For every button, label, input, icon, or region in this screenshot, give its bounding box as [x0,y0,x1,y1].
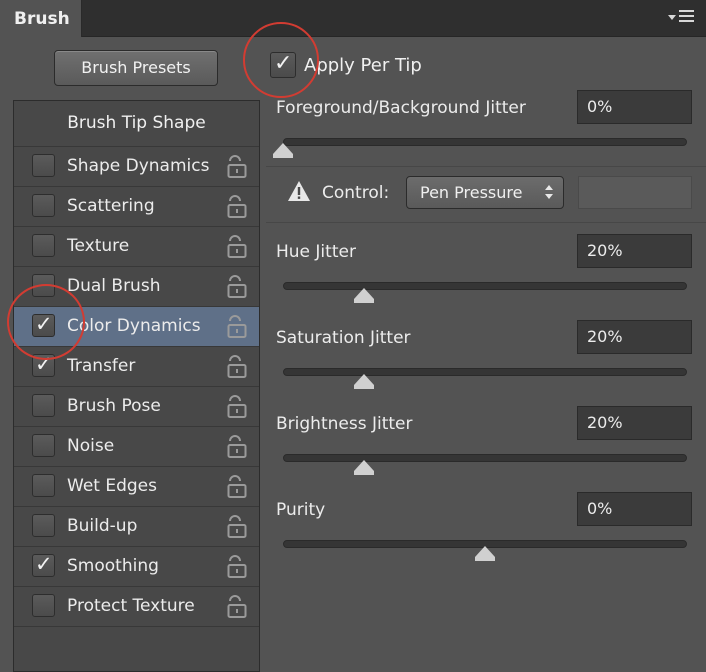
sidebar-item-brush-pose[interactable]: ✓ Brush Pose [14,387,259,427]
sidebar-item-label: Texture [67,236,130,256]
sidebar-item-label: Dual Brush [67,276,161,296]
lock-icon[interactable] [226,355,248,379]
lock-icon[interactable] [226,395,248,419]
sidebar-item-build-up[interactable]: ✓ Build-up [14,507,259,547]
brush-settings-list: Brush Tip Shape ✓ Shape Dynamics ✓ Scatteri… [13,100,260,672]
brush-tip-shape-item[interactable]: Brush Tip Shape [14,101,259,147]
sidebar-item-label: Smoothing [67,556,159,576]
brightness-jitter-slider[interactable] [283,454,687,462]
purity-thumb[interactable] [475,546,495,561]
annotation-circle-color-dynamics [7,284,85,360]
sidebar-item-label: Transfer [67,356,136,376]
brush-pose-checkbox[interactable]: ✓ [32,394,55,417]
sidebar-item-label: Shape Dynamics [67,156,210,176]
wet-edges-checkbox[interactable]: ✓ [32,474,55,497]
hue-jitter-label: Hue Jitter [276,242,356,262]
purity-label: Purity [276,500,326,520]
panel-menu-icon[interactable] [668,10,698,26]
noise-checkbox[interactable]: ✓ [32,434,55,457]
lock-icon[interactable] [226,475,248,499]
control-value-box [578,176,692,209]
hue-jitter-slider[interactable] [283,282,687,290]
sidebar-item-texture[interactable]: ✓ Texture [14,227,259,267]
sidebar-item-smoothing[interactable]: ✓ Smoothing [14,547,259,587]
sidebar-item-label: Color Dynamics [67,316,201,336]
tab-brush[interactable]: Brush [0,0,82,37]
brightness-jitter-thumb[interactable] [353,460,374,475]
apply-per-tip-label: Apply Per Tip [304,55,422,76]
scattering-checkbox[interactable]: ✓ [32,194,55,217]
lock-icon[interactable] [226,155,248,179]
sidebar-item-shape-dynamics[interactable]: ✓ Shape Dynamics [14,147,259,187]
lock-icon[interactable] [226,195,248,219]
annotation-circle-apply-per-tip [243,22,319,98]
lock-icon[interactable] [226,515,248,539]
lock-icon[interactable] [226,555,248,579]
sidebar-item-wet-edges[interactable]: ✓ Wet Edges [14,467,259,507]
lock-icon[interactable] [226,315,248,339]
brightness-jitter-label: Brightness Jitter [276,414,413,434]
sidebar-item-protect-texture[interactable]: ✓ Protect Texture [14,587,259,627]
sidebar-item-label: Protect Texture [67,596,195,616]
chevron-updown-icon [545,185,553,199]
sidebar-item-label: Scattering [67,196,155,216]
control-select[interactable]: Pen Pressure [406,176,564,209]
brightness-jitter-input[interactable]: 20% [577,406,692,440]
fg-bg-jitter-slider[interactable] [283,138,687,146]
divider [266,222,706,223]
fg-bg-jitter-thumb[interactable] [273,143,293,158]
fg-bg-jitter-label: Foreground/Background Jitter [276,98,526,118]
lock-icon[interactable] [226,435,248,459]
panel-tab-bar: Brush [0,0,706,37]
shape-dynamics-checkbox[interactable]: ✓ [32,154,55,177]
sidebar-item-label: Wet Edges [67,476,157,496]
sidebar-item-label: Build-up [67,516,138,536]
sidebar-item-noise[interactable]: ✓ Noise [14,427,259,467]
control-label: Control: [322,183,390,203]
build-up-checkbox[interactable]: ✓ [32,514,55,537]
sidebar-item-label: Brush Pose [67,396,161,416]
texture-checkbox[interactable]: ✓ [32,234,55,257]
checkmark-icon: ✓ [35,552,53,576]
fg-bg-jitter-input[interactable]: 0% [577,90,692,124]
saturation-jitter-input[interactable]: 20% [577,320,692,354]
lock-icon[interactable] [226,595,248,619]
sidebar-item-scattering[interactable]: ✓ Scattering [14,187,259,227]
smoothing-checkbox[interactable]: ✓ [32,552,55,577]
saturation-jitter-slider[interactable] [283,368,687,376]
saturation-jitter-thumb[interactable] [353,374,374,389]
sidebar-item-label: Noise [67,436,115,456]
control-select-value: Pen Pressure [420,183,523,202]
saturation-jitter-label: Saturation Jitter [276,328,411,348]
lock-icon[interactable] [226,235,248,259]
divider [266,166,706,167]
protect-texture-checkbox[interactable]: ✓ [32,594,55,617]
hue-jitter-thumb[interactable] [353,288,374,303]
brush-presets-button[interactable]: Brush Presets [54,50,218,86]
hue-jitter-input[interactable]: 20% [577,234,692,268]
lock-icon[interactable] [226,275,248,299]
purity-input[interactable]: 0% [577,492,692,526]
warning-icon [288,181,310,201]
